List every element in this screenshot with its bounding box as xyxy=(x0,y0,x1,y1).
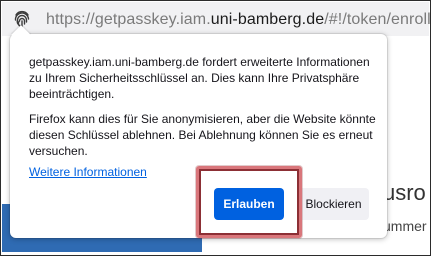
block-button[interactable]: Blockieren xyxy=(298,188,369,220)
address-bar[interactable]: https://getpasskey.iam.uni-bamberg.de/#!… xyxy=(2,2,431,36)
allow-button[interactable]: Erlauben xyxy=(214,188,284,220)
url-text[interactable]: https://getpasskey.iam.uni-bamberg.de/#!… xyxy=(46,11,431,29)
popup-secondary-message: Firefox kann dies für Sie anonymisieren,… xyxy=(29,112,376,158)
popup-message: getpasskey.iam.uni-bamberg.de fordert er… xyxy=(29,55,370,101)
url-domain: uni-bamberg.de xyxy=(210,11,325,28)
url-prefix: https://getpasskey.iam. xyxy=(46,11,211,28)
url-suffix: /#!/token/enroll// xyxy=(324,11,431,28)
page-heading-fragment: usro xyxy=(383,180,426,205)
permission-popup: getpasskey.iam.uni-bamberg.de fordert er… xyxy=(10,34,387,238)
page-subtext-fragment: ummer xyxy=(383,218,427,234)
learn-more-link[interactable]: Weitere Informationen xyxy=(29,165,147,179)
